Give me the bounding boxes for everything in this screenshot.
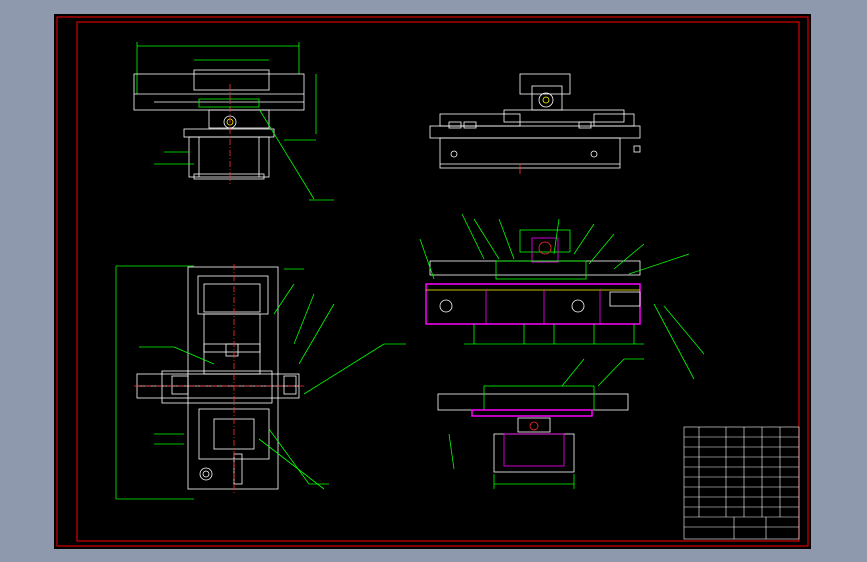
plan-view [115,264,406,500]
inner-frame [76,21,800,542]
side-view [429,73,641,174]
outer-frame [56,16,809,547]
front-view [133,42,334,201]
cad-drawing [56,16,809,547]
detail-view [437,358,644,489]
cad-viewport[interactable] [54,14,811,549]
title-block [683,426,800,540]
section-view [419,213,705,380]
screen [0,0,867,562]
